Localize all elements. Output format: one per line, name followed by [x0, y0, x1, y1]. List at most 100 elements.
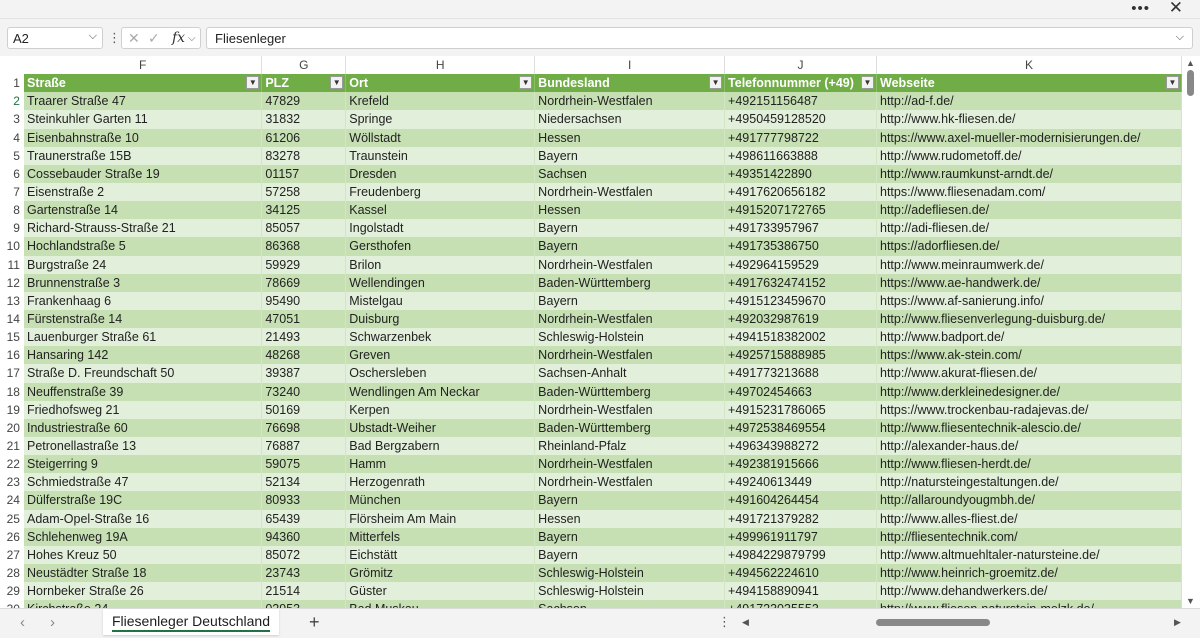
- scroll-left-icon[interactable]: ◀: [742, 617, 749, 628]
- row-number[interactable]: 17: [0, 364, 24, 383]
- table-cell[interactable]: https://adorfliesen.de/: [876, 237, 1182, 256]
- table-cell[interactable]: Springe: [345, 110, 536, 129]
- scroll-up-icon[interactable]: ▲: [1186, 58, 1195, 68]
- header-cell-plz[interactable]: PLZ ▼: [261, 74, 347, 93]
- row-number[interactable]: 3: [0, 110, 24, 129]
- table-cell[interactable]: Bayern: [534, 545, 726, 564]
- table-cell[interactable]: Dülferstraße 19C: [23, 491, 263, 510]
- table-cell[interactable]: Mitterfels: [345, 527, 536, 546]
- table-cell[interactable]: Bad Muskau: [345, 600, 536, 608]
- header-cell-telefon[interactable]: Telefonnummer (+49) ▼: [724, 74, 877, 93]
- table-cell[interactable]: http://www.heinrich-groemitz.de/: [876, 563, 1182, 583]
- table-cell[interactable]: http://www.raumkunst-arndt.de/: [876, 164, 1182, 183]
- table-cell[interactable]: Grömitz: [345, 563, 536, 583]
- table-cell[interactable]: http://www.hk-fliesen.de/: [876, 110, 1182, 129]
- table-cell[interactable]: Rheinland-Pfalz: [534, 436, 726, 456]
- table-cell[interactable]: Oschersleben: [345, 364, 536, 383]
- table-cell[interactable]: Hansaring 142: [23, 346, 263, 365]
- table-cell[interactable]: Schwarzenbek: [345, 328, 536, 347]
- table-cell[interactable]: +492381915666: [724, 455, 877, 474]
- table-cell[interactable]: https://www.axel-mueller-modernisierunge…: [876, 128, 1182, 147]
- table-cell[interactable]: Hohes Kreuz 50: [23, 545, 263, 564]
- table-cell[interactable]: Steigerring 9: [23, 455, 263, 474]
- table-cell[interactable]: +491777798722: [724, 128, 877, 147]
- table-cell[interactable]: Hamm: [345, 455, 536, 474]
- table-cell[interactable]: Bayern: [534, 527, 726, 546]
- row-number[interactable]: 19: [0, 400, 24, 419]
- table-cell[interactable]: http://www.altmuehltaler-natursteine.de/: [876, 545, 1182, 564]
- table-cell[interactable]: Dresden: [345, 164, 536, 183]
- header-cell-webseite[interactable]: Webseite ▼: [876, 74, 1182, 93]
- row-number[interactable]: 10: [0, 237, 24, 256]
- table-cell[interactable]: Adam-Opel-Straße 16: [23, 509, 263, 528]
- table-cell[interactable]: 39387: [261, 364, 347, 383]
- table-cell[interactable]: 65439: [261, 509, 347, 528]
- row-number[interactable]: 1: [0, 74, 24, 93]
- table-cell[interactable]: http://ad-f.de/: [876, 92, 1182, 111]
- table-cell[interactable]: Bayern: [534, 491, 726, 510]
- table-cell[interactable]: 50169: [261, 400, 347, 419]
- table-cell[interactable]: 21493: [261, 328, 347, 347]
- table-cell[interactable]: Bayern: [534, 291, 726, 310]
- table-cell[interactable]: Schleswig-Holstein: [534, 582, 726, 601]
- table-cell[interactable]: Greven: [345, 346, 536, 365]
- table-cell[interactable]: Nordrhein-Westfalen: [534, 182, 726, 202]
- table-cell[interactable]: http://www.fliesenverlegung-duisburg.de/: [876, 309, 1182, 329]
- table-cell[interactable]: +491723035553: [724, 600, 877, 608]
- table-cell[interactable]: http://www.fliesen-herdt.de/: [876, 455, 1182, 474]
- expand-formula-icon[interactable]: ⌵: [1176, 31, 1184, 44]
- table-cell[interactable]: +491733957967: [724, 219, 877, 238]
- filter-dropdown-icon[interactable]: ▼: [246, 76, 260, 90]
- table-cell[interactable]: http://www.fliesentechnik-alescio.de/: [876, 418, 1182, 437]
- table-cell[interactable]: http://www.dehandwerkers.de/: [876, 582, 1182, 601]
- spreadsheet-grid[interactable]: F G H I J K 1 Straße ▼ PLZ ▼ Ort ▼ Bundesla…: [0, 56, 1182, 608]
- table-cell[interactable]: Flörsheim Am Main: [345, 509, 536, 528]
- table-cell[interactable]: Brilon: [345, 255, 536, 274]
- table-cell[interactable]: +491721379282: [724, 509, 877, 528]
- table-cell[interactable]: https://www.trockenbau-radajevas.de/: [876, 400, 1182, 419]
- table-cell[interactable]: 83278: [261, 146, 347, 165]
- table-cell[interactable]: 47051: [261, 309, 347, 329]
- table-cell[interactable]: +491735386750: [724, 237, 877, 256]
- row-number[interactable]: 6: [0, 164, 24, 183]
- table-cell[interactable]: +498611663888: [724, 146, 877, 165]
- table-cell[interactable]: Niedersachsen: [534, 110, 726, 129]
- table-cell[interactable]: 85057: [261, 219, 347, 238]
- table-cell[interactable]: Schlehenweg 19A: [23, 527, 263, 546]
- table-cell[interactable]: Eichstätt: [345, 545, 536, 564]
- table-cell[interactable]: https://www.fliesenadam.com/: [876, 182, 1182, 202]
- row-number[interactable]: 12: [0, 273, 24, 292]
- table-cell[interactable]: http://adi-fliesen.de/: [876, 219, 1182, 238]
- table-cell[interactable]: 34125: [261, 201, 347, 220]
- table-cell[interactable]: Bayern: [534, 146, 726, 165]
- table-cell[interactable]: 48268: [261, 346, 347, 365]
- table-cell[interactable]: Gartenstraße 14: [23, 201, 263, 220]
- row-number[interactable]: 30: [0, 600, 24, 608]
- filter-dropdown-icon[interactable]: ▼: [861, 76, 874, 90]
- table-cell[interactable]: 47829: [261, 92, 347, 111]
- column-header-k[interactable]: K: [876, 56, 1182, 75]
- table-cell[interactable]: Hessen: [534, 509, 726, 528]
- table-cell[interactable]: https://www.ak-stein.com/: [876, 346, 1182, 365]
- table-cell[interactable]: Neuffenstraße 39: [23, 382, 263, 401]
- row-number[interactable]: 11: [0, 255, 24, 274]
- row-number[interactable]: 2: [0, 92, 24, 111]
- chevron-down-icon[interactable]: ⌵: [89, 30, 97, 43]
- row-number[interactable]: 18: [0, 382, 24, 401]
- table-cell[interactable]: München: [345, 491, 536, 510]
- table-cell[interactable]: +492964159529: [724, 255, 877, 274]
- table-cell[interactable]: Industriestraße 60: [23, 418, 263, 437]
- row-number[interactable]: 22: [0, 455, 24, 474]
- sheet-tab-active[interactable]: Fliesenleger Deutschland: [103, 609, 279, 635]
- more-options-icon[interactable]: •••: [1131, 0, 1150, 17]
- table-cell[interactable]: 21514: [261, 582, 347, 601]
- table-cell[interactable]: +49702454663: [724, 382, 877, 401]
- table-cell[interactable]: Traunerstraße 15B: [23, 146, 263, 165]
- table-cell[interactable]: http://alexander-haus.de/: [876, 436, 1182, 456]
- row-number[interactable]: 27: [0, 545, 24, 564]
- table-cell[interactable]: +494562224610: [724, 563, 877, 583]
- table-cell[interactable]: 73240: [261, 382, 347, 401]
- table-cell[interactable]: http://www.alles-fliest.de/: [876, 509, 1182, 528]
- table-cell[interactable]: Kirchstraße 24: [23, 600, 263, 608]
- table-cell[interactable]: http://www.fliesen-naturstein-melzk.de/: [876, 600, 1182, 608]
